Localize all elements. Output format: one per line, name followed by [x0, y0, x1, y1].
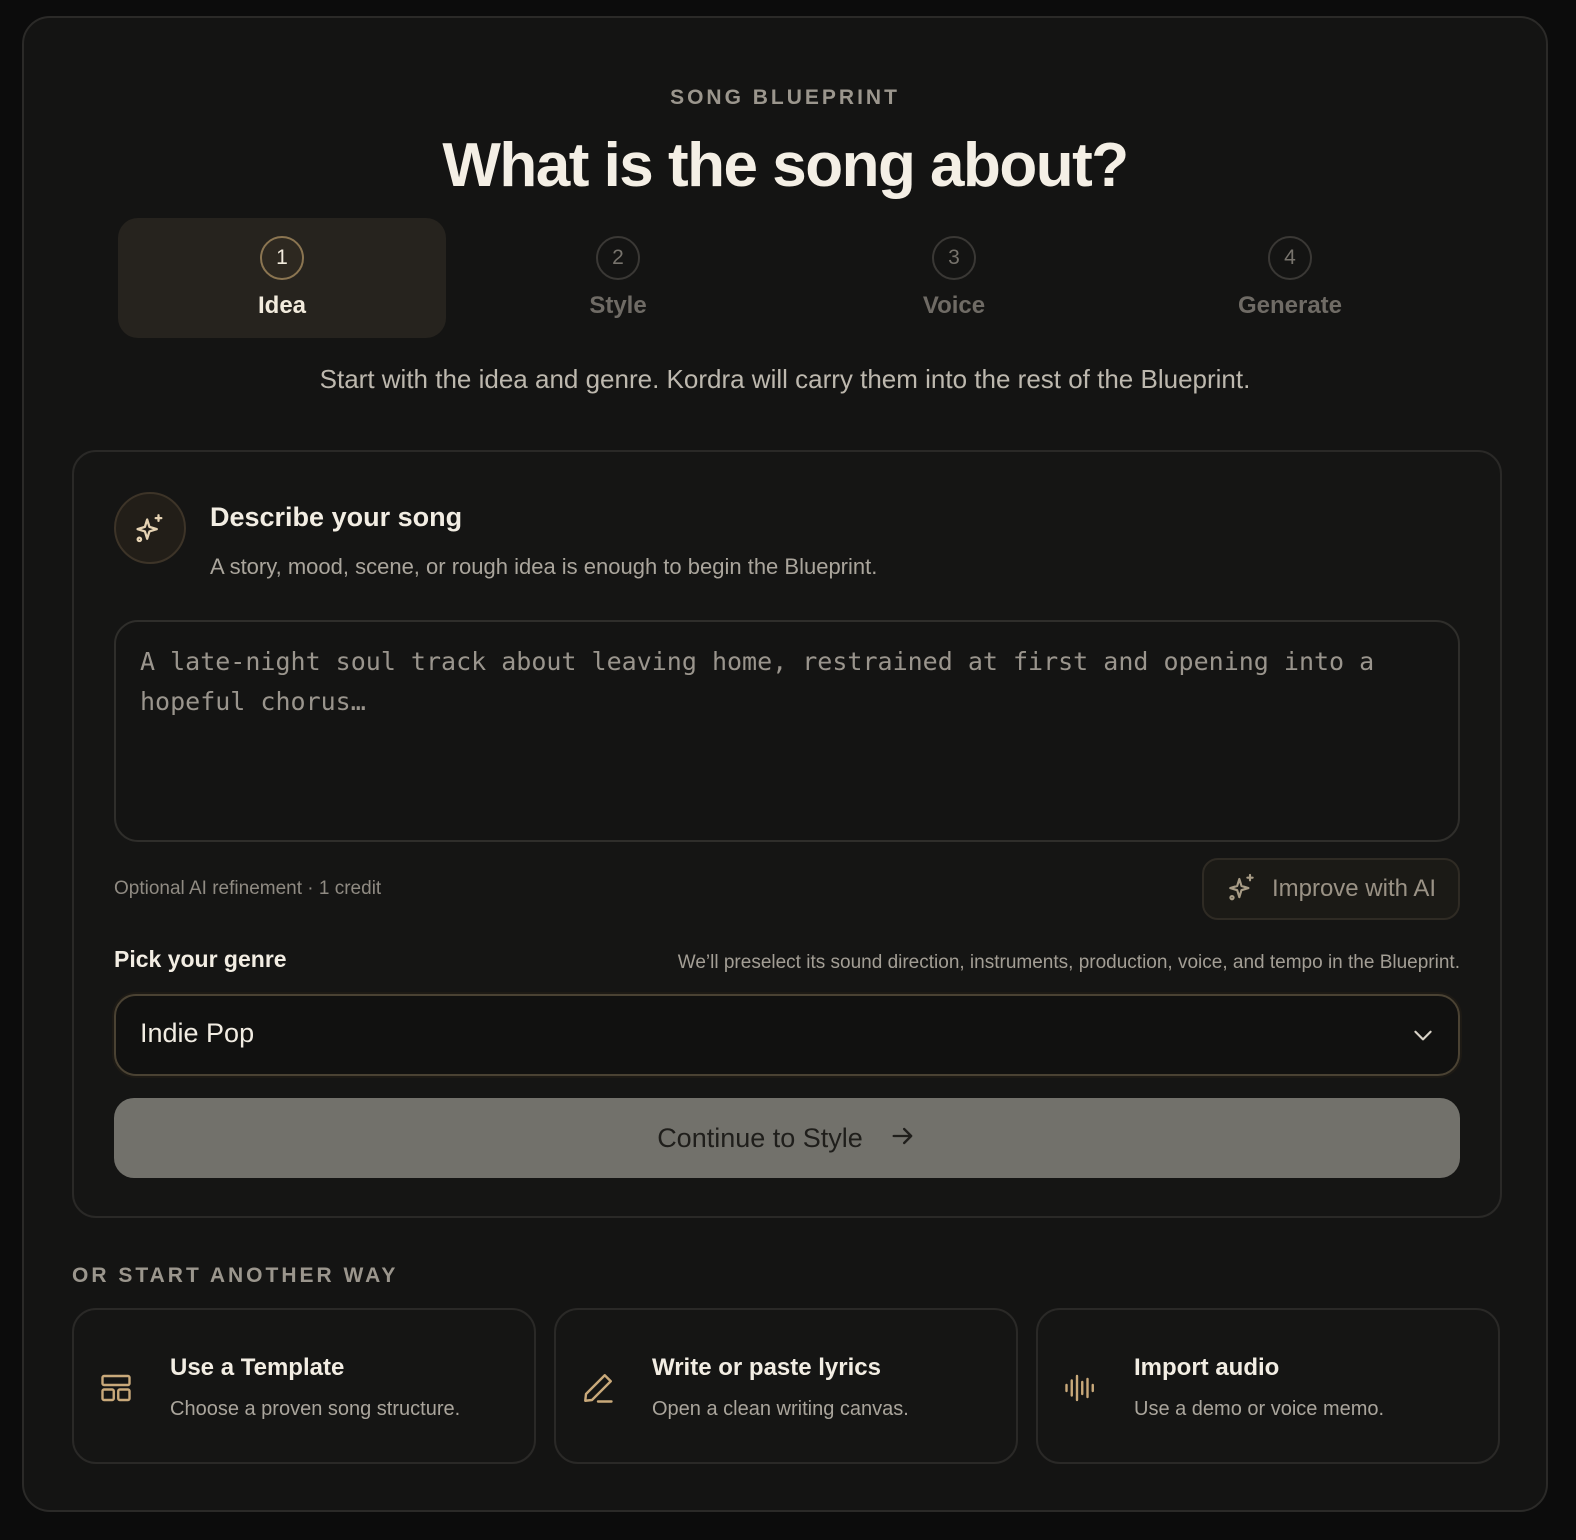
stepper: 1 Idea 2 Style 3 Voice 4 Generate — [118, 218, 1462, 338]
describe-card: Describe your song A story, mood, scene,… — [72, 450, 1502, 1218]
continue-button[interactable]: Continue to Style — [114, 1098, 1460, 1178]
step-number: 4 — [1268, 236, 1312, 280]
step-label: Style — [589, 292, 647, 319]
option-description: Choose a proven song structure. — [170, 1398, 461, 1420]
option-title: Use a Template — [170, 1354, 345, 1381]
option-description: Use a demo or voice memo. — [1134, 1398, 1385, 1420]
improve-with-ai-label: Improve with AI — [1271, 875, 1436, 902]
step-number: 3 — [932, 236, 976, 280]
chevron-down-icon — [1410, 1022, 1436, 1053]
use-template-option[interactable]: Use a Template Choose a proven song stru… — [72, 1308, 536, 1464]
step-generate[interactable]: 4 Generate — [1126, 218, 1454, 338]
step-voice[interactable]: 3 Voice — [790, 218, 1118, 338]
genre-select[interactable]: Indie Pop — [114, 994, 1460, 1076]
alternatives-heading: OR START ANOTHER WAY — [72, 1264, 399, 1287]
step-style[interactable]: 2 Style — [454, 218, 782, 338]
import-audio-option[interactable]: Import audio Use a demo or voice memo. — [1036, 1308, 1500, 1464]
option-title: Import audio — [1134, 1354, 1280, 1381]
blueprint-panel: SONG BLUEPRINT What is the song about? 1… — [22, 16, 1548, 1512]
genre-hint: We’ll preselect its sound direction, ins… — [677, 952, 1460, 973]
improve-with-ai-button[interactable]: Improve with AI — [1201, 858, 1460, 920]
sparkles-icon — [1226, 871, 1258, 908]
ai-refinement-note: Optional AI refinement · 1 credit — [114, 878, 382, 899]
step-idea[interactable]: 1 Idea — [118, 218, 446, 338]
option-description: Open a clean writing canvas. — [652, 1398, 909, 1420]
genre-selected-value: Indie Pop — [140, 1018, 255, 1048]
audio-waveform-icon — [1062, 1370, 1098, 1411]
step-label: Generate — [1237, 292, 1343, 319]
genre-label: Pick your genre — [114, 946, 287, 972]
describe-subtitle: A story, mood, scene, or rough idea is e… — [210, 554, 878, 579]
sparkles-icon — [114, 492, 186, 564]
arrow-right-icon — [889, 1122, 917, 1155]
template-layout-icon — [98, 1370, 134, 1411]
write-lyrics-option[interactable]: Write or paste lyrics Open a clean writi… — [554, 1308, 1018, 1464]
step-label: Idea — [257, 292, 307, 319]
step-label: Voice — [922, 292, 986, 319]
eyebrow-label: SONG BLUEPRINT — [670, 86, 900, 109]
page-title: What is the song about? — [442, 131, 1129, 200]
continue-label: Continue to Style — [657, 1122, 863, 1153]
intro-text: Start with the idea and genre. Kordra wi… — [319, 364, 1251, 394]
pencil-icon — [580, 1370, 616, 1411]
step-number: 1 — [260, 236, 304, 280]
option-title: Write or paste lyrics — [652, 1354, 881, 1381]
song-idea-input[interactable] — [114, 620, 1460, 842]
step-number: 2 — [596, 236, 640, 280]
describe-title: Describe your song — [210, 502, 463, 532]
